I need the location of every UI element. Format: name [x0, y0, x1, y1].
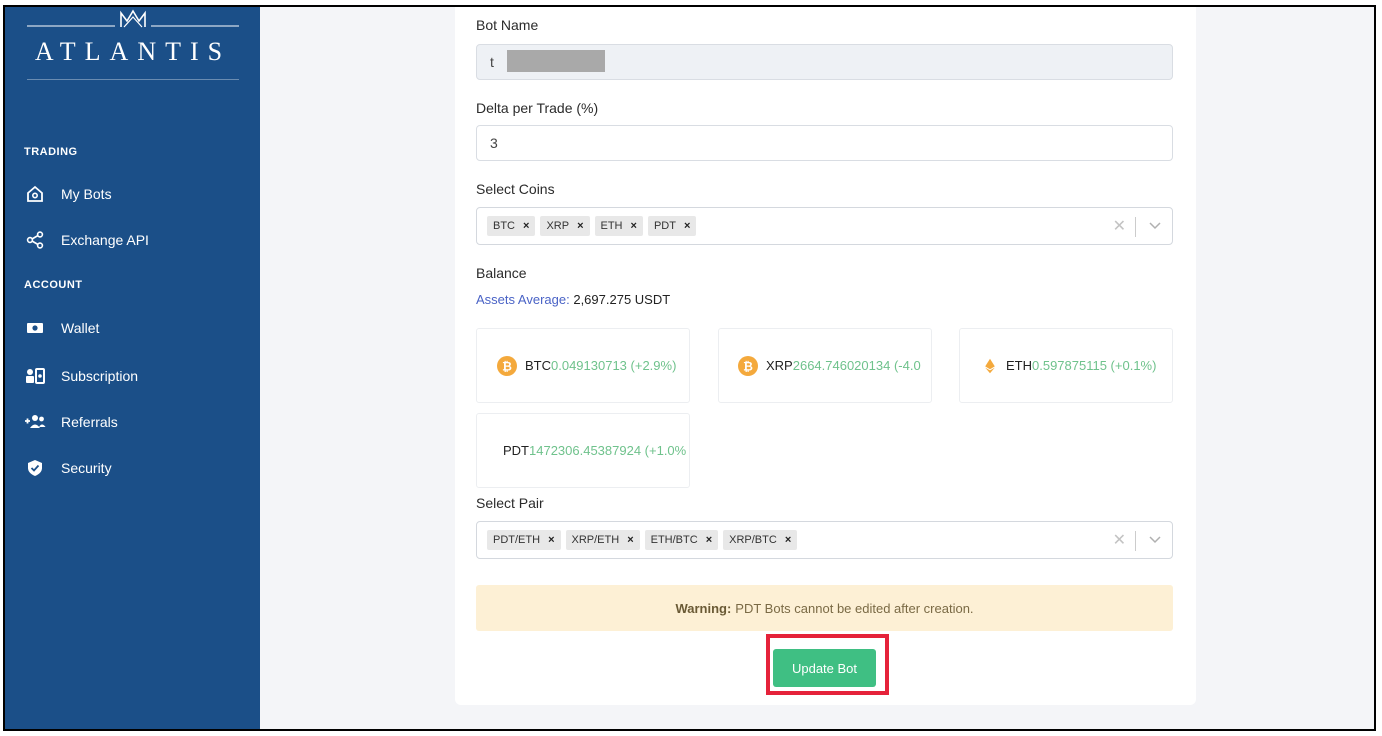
app-window: ATLANTIS TRADING My Bots Exchange API AC…: [3, 5, 1376, 731]
section-trading: TRADING: [24, 146, 78, 158]
update-bot-button[interactable]: Update Bot: [773, 649, 876, 687]
svg-text:₿: ₿: [743, 359, 753, 373]
wallet-icon: [24, 317, 46, 339]
sidebar-item-label: Security: [61, 460, 112, 476]
coin-chip: PDT ×: [647, 216, 697, 236]
home-icon: [24, 183, 46, 205]
select-coins-label: Select Coins: [476, 181, 555, 197]
warning-text: PDT Bots cannot be edited after creation…: [735, 600, 974, 616]
share-icon: [24, 229, 46, 251]
subscription-icon: [24, 365, 46, 387]
pair-chip: ETH/BTC ×: [644, 530, 719, 550]
coin-chip: ETH ×: [594, 216, 643, 236]
ethereum-icon: [985, 358, 995, 373]
brand-logo[interactable]: ATLANTIS: [27, 7, 239, 87]
warning-title: Warning:: [675, 600, 732, 616]
remove-chip-icon[interactable]: ×: [577, 220, 583, 232]
coin-chip: BTC ×: [487, 216, 536, 236]
clear-all-icon[interactable]: ✕: [1113, 216, 1126, 236]
sidebar-item-my-bots[interactable]: My Bots: [24, 181, 112, 207]
remove-chip-icon[interactable]: ×: [548, 534, 554, 546]
bot-name-label: Bot Name: [476, 17, 539, 33]
pair-chip: PDT/ETH ×: [487, 530, 561, 550]
delta-label: Delta per Trade (%): [476, 100, 599, 116]
delta-field[interactable]: 3: [476, 125, 1173, 161]
sidebar-item-label: My Bots: [61, 186, 112, 202]
assets-average-label: Assets Average:: [476, 292, 570, 307]
chevron-down-icon[interactable]: [1148, 220, 1162, 230]
remove-chip-icon[interactable]: ×: [631, 220, 637, 232]
redacted-area: [507, 50, 605, 72]
bot-name-field[interactable]: t: [476, 44, 1173, 80]
sidebar-item-label: Referrals: [61, 414, 118, 430]
separator: [1135, 531, 1136, 551]
coin-balance-card: ₿ BTC 0.049130713 (+2.9%): [476, 328, 690, 403]
bot-edit-form: Bot Name t Delta per Trade (%) 3 Select …: [455, 7, 1196, 705]
clear-all-icon[interactable]: ✕: [1113, 530, 1126, 550]
remove-chip-icon[interactable]: ×: [684, 220, 690, 232]
coins-multiselect[interactable]: BTC × XRP × ETH × PDT × ✕: [476, 207, 1173, 245]
pairs-multiselect[interactable]: PDT/ETH × XRP/ETH × ETH/BTC × XRP/BTC × ✕: [476, 521, 1173, 559]
remove-chip-icon[interactable]: ×: [523, 220, 529, 232]
warning-alert: Warning: PDT Bots cannot be edited after…: [476, 585, 1173, 631]
sidebar-item-referrals[interactable]: Referrals: [24, 409, 118, 435]
delta-value: 3: [490, 135, 498, 151]
svg-text:₿: ₿: [502, 359, 512, 373]
pair-chips: PDT/ETH × XRP/ETH × ETH/BTC × XRP/BTC ×: [487, 530, 802, 550]
remove-chip-icon[interactable]: ×: [706, 534, 712, 546]
sidebar-item-exchange-api[interactable]: Exchange API: [24, 227, 149, 253]
sidebar-item-label: Wallet: [61, 320, 100, 336]
assets-average-value: 2,697.275 USDT: [573, 292, 671, 307]
coin-balance-card: ₿ XRP 2664.746020134 (-4.0: [718, 328, 932, 403]
balance-label: Balance: [476, 265, 527, 281]
logo-emblem-icon: [27, 9, 239, 28]
pair-chip: XRP/BTC ×: [723, 530, 798, 550]
select-pair-label: Select Pair: [476, 495, 544, 511]
coin-balance-card: ETH 0.597875115 (+0.1%): [959, 328, 1173, 403]
chevron-down-icon[interactable]: [1148, 534, 1162, 544]
logo-divider: [27, 79, 239, 80]
sidebar-item-security[interactable]: Security: [24, 455, 112, 481]
coin-balance-card: PDT 1472306.45387924 (+1.0%: [476, 413, 690, 488]
brand-name: ATLANTIS: [34, 37, 232, 66]
sidebar-item-wallet[interactable]: Wallet: [24, 315, 99, 341]
bitcoin-icon: ₿: [497, 355, 517, 376]
assets-average: Assets Average: 2,697.275 USDT: [476, 292, 670, 307]
sidebar: ATLANTIS TRADING My Bots Exchange API AC…: [5, 7, 260, 729]
sidebar-item-label: Exchange API: [61, 232, 149, 248]
pair-chip: XRP/ETH ×: [565, 530, 640, 550]
shield-icon: [24, 457, 46, 479]
bot-name-value: t: [490, 54, 494, 70]
bitcoin-icon: ₿: [738, 355, 758, 376]
sidebar-item-label: Subscription: [61, 368, 139, 384]
add-users-icon: [24, 411, 46, 433]
section-account: ACCOUNT: [24, 279, 83, 291]
remove-chip-icon[interactable]: ×: [627, 534, 633, 546]
coin-chip: XRP ×: [540, 216, 590, 236]
remove-chip-icon[interactable]: ×: [785, 534, 791, 546]
coins-chips: BTC × XRP × ETH × PDT ×: [487, 216, 701, 236]
sidebar-item-subscription[interactable]: Subscription: [24, 363, 138, 389]
separator: [1135, 217, 1136, 237]
